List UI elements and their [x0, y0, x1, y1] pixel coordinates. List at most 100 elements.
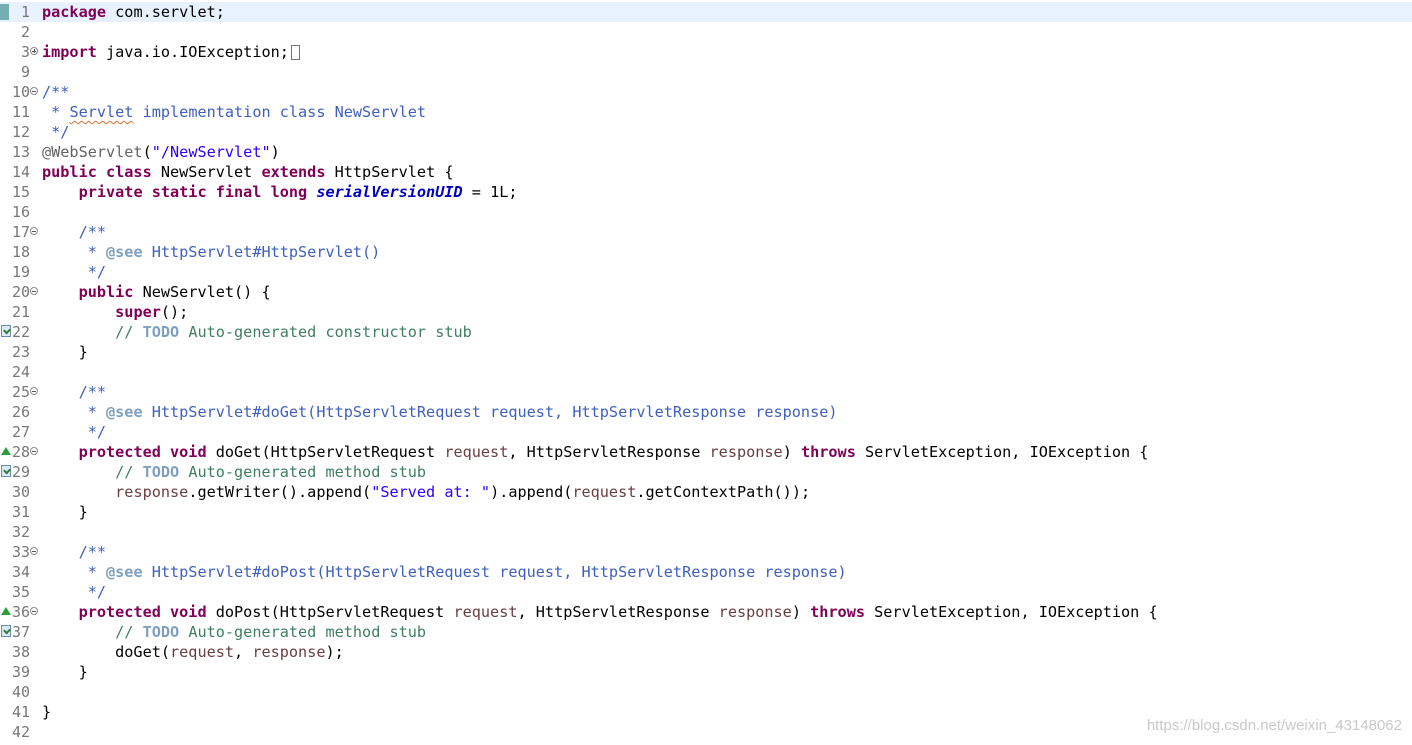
- code-line[interactable]: 33 /**: [0, 542, 1412, 562]
- code-text[interactable]: public class NewServlet extends HttpServ…: [42, 162, 454, 182]
- line-gutter: 41: [0, 702, 42, 722]
- line-number: 31: [11, 503, 30, 521]
- code-line[interactable]: 23 }: [0, 342, 1412, 362]
- code-token: request: [444, 443, 509, 461]
- code-text[interactable]: super();: [42, 302, 188, 322]
- collapse-fold-icon[interactable]: [30, 607, 38, 615]
- line-gutter: 2: [0, 22, 42, 42]
- code-text[interactable]: /**: [42, 542, 106, 562]
- code-line[interactable]: 27 */: [0, 422, 1412, 442]
- line-number: 2: [20, 23, 30, 41]
- collapse-fold-icon[interactable]: [30, 227, 38, 235]
- line-number: 1: [20, 3, 30, 21]
- code-text[interactable]: }: [42, 502, 88, 522]
- code-text[interactable]: response.getWriter().append("Served at: …: [42, 482, 810, 502]
- code-text[interactable]: }: [42, 342, 88, 362]
- code-line[interactable]: 26 * @see HttpServlet#doGet(HttpServletR…: [0, 402, 1412, 422]
- line-gutter: 16: [0, 202, 42, 222]
- code-text[interactable]: doGet(request, response);: [42, 642, 344, 662]
- code-text[interactable]: public NewServlet() {: [42, 282, 271, 302]
- line-gutter: 21: [0, 302, 42, 322]
- line-number: 12: [11, 123, 30, 141]
- code-text[interactable]: @WebServlet("/NewServlet"): [42, 142, 280, 162]
- code-line[interactable]: 25 /**: [0, 382, 1412, 402]
- code-token: (: [142, 143, 152, 161]
- code-line[interactable]: 37 // TODO Auto-generated method stub: [0, 622, 1412, 642]
- code-text[interactable]: * @see HttpServlet#doGet(HttpServletRequ…: [42, 402, 838, 422]
- code-line[interactable]: 9: [0, 62, 1412, 82]
- code-token: *: [42, 403, 107, 421]
- code-line[interactable]: 10 /**: [0, 82, 1412, 102]
- code-text[interactable]: package com.servlet;: [42, 2, 225, 22]
- code-line[interactable]: 16: [0, 202, 1412, 222]
- line-gutter: 24: [0, 362, 42, 382]
- code-line[interactable]: 18 * @see HttpServlet#HttpServlet(): [0, 242, 1412, 262]
- line-number: 36: [11, 603, 30, 621]
- line-gutter: 42: [0, 722, 42, 742]
- code-line[interactable]: 2: [0, 22, 1412, 42]
- code-line[interactable]: 30 response.getWriter().append("Served a…: [0, 482, 1412, 502]
- line-number: 11: [11, 103, 30, 121]
- code-token: java.io.IOException;: [96, 43, 289, 61]
- code-line[interactable]: 35 */: [0, 582, 1412, 602]
- code-text[interactable]: /**: [42, 82, 69, 102]
- code-text[interactable]: protected void doPost(HttpServletRequest…: [42, 602, 1158, 622]
- code-text[interactable]: */: [42, 422, 106, 442]
- java-code-editor[interactable]: 1 package com.servlet; 2 3 import java.io.IO…: [0, 0, 1412, 745]
- code-text[interactable]: * Servlet implementation class NewServle…: [42, 102, 426, 122]
- code-line[interactable]: 20 public NewServlet() {: [0, 282, 1412, 302]
- code-line[interactable]: 36 protected void doPost(HttpServletRequ…: [0, 602, 1412, 622]
- code-line[interactable]: 21 super();: [0, 302, 1412, 322]
- code-line[interactable]: 11 * Servlet implementation class NewSer…: [0, 102, 1412, 122]
- code-text[interactable]: // TODO Auto-generated constructor stub: [42, 322, 472, 342]
- folded-imports-icon[interactable]: [290, 45, 300, 60]
- code-text[interactable]: /**: [42, 222, 106, 242]
- line-gutter: 33: [0, 542, 42, 562]
- code-text[interactable]: // TODO Auto-generated method stub: [42, 622, 426, 642]
- code-token: = 1L;: [462, 183, 518, 201]
- code-text[interactable]: import java.io.IOException;: [42, 42, 300, 62]
- code-text[interactable]: * @see HttpServlet#HttpServlet(): [42, 242, 381, 262]
- code-line[interactable]: 22 // TODO Auto-generated constructor st…: [0, 322, 1412, 342]
- code-text[interactable]: // TODO Auto-generated method stub: [42, 462, 426, 482]
- code-line[interactable]: 13 @WebServlet("/NewServlet"): [0, 142, 1412, 162]
- code-text[interactable]: */: [42, 262, 106, 282]
- code-token: package: [42, 3, 107, 21]
- code-line[interactable]: 1 package com.servlet;: [0, 2, 1412, 22]
- code-line[interactable]: 38 doGet(request, response);: [0, 642, 1412, 662]
- collapse-fold-icon[interactable]: [30, 87, 38, 95]
- code-line[interactable]: 32: [0, 522, 1412, 542]
- code-text[interactable]: }: [42, 702, 51, 722]
- code-token: doGet(: [42, 643, 171, 661]
- code-line[interactable]: 17 /**: [0, 222, 1412, 242]
- code-line[interactable]: 12 */: [0, 122, 1412, 142]
- code-text[interactable]: /**: [42, 382, 106, 402]
- line-number: 15: [11, 183, 30, 201]
- code-line[interactable]: 19 */: [0, 262, 1412, 282]
- code-line[interactable]: 14 public class NewServlet extends HttpSe…: [0, 162, 1412, 182]
- code-line[interactable]: 39 }: [0, 662, 1412, 682]
- collapse-fold-icon[interactable]: [30, 447, 38, 455]
- code-line[interactable]: 24: [0, 362, 1412, 382]
- code-line[interactable]: 3 import java.io.IOException;: [0, 42, 1412, 62]
- code-text[interactable]: */: [42, 122, 69, 142]
- code-line[interactable]: 29 // TODO Auto-generated method stub: [0, 462, 1412, 482]
- collapse-fold-icon[interactable]: [30, 387, 38, 395]
- expand-fold-icon[interactable]: [30, 47, 38, 55]
- code-text[interactable]: }: [42, 662, 88, 682]
- line-gutter: 39: [0, 662, 42, 682]
- code-line[interactable]: 28 protected void doGet(HttpServletReque…: [0, 442, 1412, 462]
- line-number: 34: [11, 563, 30, 581]
- code-text[interactable]: private static final long serialVersionU…: [42, 182, 518, 202]
- collapse-fold-icon[interactable]: [30, 547, 38, 555]
- code-line[interactable]: 15 private static final long serialVersi…: [0, 182, 1412, 202]
- code-line[interactable]: 34 * @see HttpServlet#doPost(HttpServlet…: [0, 562, 1412, 582]
- code-text[interactable]: protected void doGet(HttpServletRequest …: [42, 442, 1149, 462]
- code-line[interactable]: 31 }: [0, 502, 1412, 522]
- collapse-fold-icon[interactable]: [30, 287, 38, 295]
- code-text[interactable]: */: [42, 582, 106, 602]
- line-number: 26: [11, 403, 30, 421]
- code-text[interactable]: * @see HttpServlet#doPost(HttpServletReq…: [42, 562, 847, 582]
- code-line[interactable]: 40: [0, 682, 1412, 702]
